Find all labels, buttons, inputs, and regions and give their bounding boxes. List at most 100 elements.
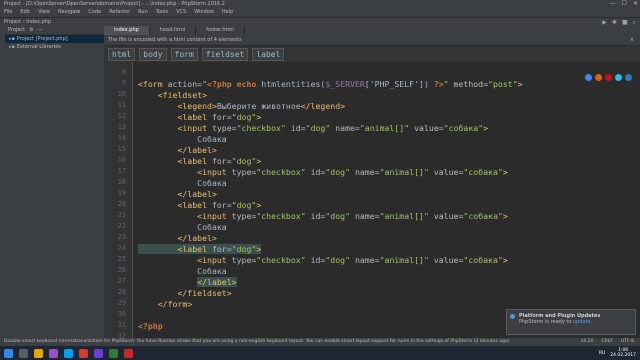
line-number: 31 bbox=[117, 321, 126, 329]
viber-icon[interactable] bbox=[49, 348, 58, 358]
menu-code[interactable]: Code bbox=[88, 8, 101, 17]
project-tree-item[interactable]: ▸▪ Project [Project.php] bbox=[5, 35, 104, 43]
file-encoding[interactable]: UTF-8 bbox=[621, 338, 634, 346]
task-view-icon[interactable] bbox=[19, 348, 28, 358]
window-controls: — ☐ ✕ bbox=[610, 0, 638, 8]
code-line: <input type="checkbox" id="dog" name="an… bbox=[177, 123, 489, 133]
code-line: <label for="dog"> bbox=[177, 156, 262, 166]
breadcrumb: html body form fieldset label bbox=[104, 46, 640, 62]
tab-head-html[interactable]: head.html bbox=[150, 26, 197, 35]
breadcrumb-label[interactable]: label bbox=[252, 47, 285, 61]
caret-position[interactable]: 16:20 bbox=[581, 338, 594, 346]
breadcrumb-form[interactable]: form bbox=[170, 47, 198, 61]
line-number: 17 bbox=[117, 167, 126, 175]
hide-panel-icon[interactable]: — bbox=[38, 26, 43, 34]
menu-edit[interactable]: Edit bbox=[20, 8, 30, 17]
status-bar: Disable smart keyboard internationalizat… bbox=[0, 338, 640, 346]
editor-tabs: index.php head.html footer.html bbox=[104, 26, 640, 35]
clock[interactable]: 1:06 24.02.2017 bbox=[610, 348, 636, 358]
notice-text: The file is encoded with a.html content … bbox=[108, 37, 242, 43]
code-line: </label> bbox=[177, 233, 217, 243]
code-line: <label for="dog"> bbox=[177, 200, 262, 210]
line-number: 22 bbox=[117, 222, 126, 230]
breadcrumb-body[interactable]: body bbox=[139, 47, 167, 61]
tab-footer-html[interactable]: footer.html bbox=[196, 26, 245, 35]
skype-icon[interactable] bbox=[64, 348, 73, 358]
line-separator[interactable]: CRLF bbox=[602, 338, 613, 346]
project-panel-title[interactable]: Project bbox=[8, 26, 25, 34]
menu-navigate[interactable]: Navigate bbox=[58, 8, 80, 17]
code-line: </label> bbox=[177, 189, 217, 199]
code-line: </label> bbox=[197, 277, 237, 287]
notification-body: PhpStorm is ready to update. bbox=[519, 319, 593, 325]
line-number: 18 bbox=[117, 178, 126, 186]
code-line-highlighted: <label for="dog"> bbox=[138, 244, 262, 254]
file-explorer-icon[interactable] bbox=[34, 348, 43, 358]
tab-label: head.html bbox=[159, 27, 186, 33]
line-number: 21 bbox=[117, 211, 126, 219]
line-number: 9 bbox=[121, 79, 126, 87]
code-line: Собака bbox=[197, 134, 227, 144]
breadcrumb-html[interactable]: html bbox=[108, 47, 136, 61]
code-line: <?php bbox=[138, 321, 163, 331]
code-line: <input type="checkbox" id="dog" name="an… bbox=[197, 167, 508, 177]
menu-view[interactable]: View bbox=[38, 8, 50, 17]
code-line: Собака bbox=[197, 178, 227, 188]
menu-refactor[interactable]: Refactor bbox=[109, 8, 130, 17]
window-title: Project - [D:\OpenServer\OpenServer\doma… bbox=[4, 1, 225, 7]
navigation-bar: Project › index.php ▶ ✱ ■ ⌕ bbox=[0, 17, 640, 26]
tab-index-php[interactable]: index.php bbox=[104, 26, 150, 35]
line-number: 27 bbox=[117, 277, 126, 285]
line-number: 29 bbox=[117, 299, 126, 307]
code-editor[interactable]: html body form fieldset label 8 9 10 11 … bbox=[104, 46, 640, 340]
minimize-button[interactable]: — bbox=[610, 0, 616, 8]
folder-icon: ▸▪ bbox=[9, 36, 15, 42]
update-notification[interactable]: Platform and Plugin Updates PhpStorm is … bbox=[506, 309, 636, 335]
line-number-gutter: 8 9 10 11 12 13 14 15 16 17 18 19 20 21 … bbox=[104, 62, 133, 340]
line-number: 25 bbox=[117, 255, 126, 263]
window-titlebar: Project - [D:\OpenServer\OpenServer\doma… bbox=[0, 0, 640, 8]
tab-label: index.php bbox=[114, 27, 139, 33]
project-tree-label: Project [Project.php] bbox=[16, 36, 68, 42]
line-number: 10 bbox=[117, 90, 126, 98]
menu-run[interactable]: Run bbox=[138, 8, 148, 17]
update-link[interactable]: update. bbox=[573, 319, 592, 325]
nav-path[interactable]: Project › index.php bbox=[4, 19, 51, 25]
line-number: 23 bbox=[117, 233, 126, 241]
menu-tools[interactable]: Tools bbox=[156, 8, 168, 17]
keyboard-language[interactable]: RU bbox=[599, 351, 605, 356]
line-number: 28 bbox=[117, 288, 126, 296]
app-icon[interactable] bbox=[109, 348, 118, 358]
start-icon[interactable] bbox=[4, 348, 13, 358]
menu-window[interactable]: Window bbox=[194, 8, 214, 17]
code-line: <label for="dog"> bbox=[177, 112, 262, 122]
library-icon: ▸▪ bbox=[9, 44, 15, 50]
code-line: <legend>Выберите животное</legend> bbox=[177, 101, 346, 111]
menu-help[interactable]: Help bbox=[222, 8, 233, 17]
code-line: </form> bbox=[157, 299, 193, 309]
code-line: Собака bbox=[197, 222, 227, 232]
status-message[interactable]: Disable smart keyboard internationalizat… bbox=[4, 339, 510, 344]
menu-vcs[interactable]: VCS bbox=[176, 8, 186, 17]
clock-date: 24.02.2017 bbox=[610, 353, 636, 358]
code-area[interactable]: <form action="<?php echo htmlentities($_… bbox=[132, 62, 640, 338]
close-window-button[interactable]: ✕ bbox=[633, 0, 638, 8]
menu-file[interactable]: File bbox=[4, 8, 12, 17]
breadcrumb-fieldset[interactable]: fieldset bbox=[201, 47, 249, 61]
notice-close-icon[interactable]: × bbox=[630, 35, 634, 46]
line-number: 14 bbox=[117, 134, 126, 142]
line-number: 26 bbox=[117, 266, 126, 274]
code-line: </label> bbox=[177, 145, 217, 155]
maximize-button[interactable]: ☐ bbox=[622, 0, 627, 8]
phpstorm-icon[interactable] bbox=[94, 348, 103, 358]
line-number: 16 bbox=[117, 156, 126, 164]
info-icon bbox=[510, 314, 515, 319]
recorder-icon[interactable] bbox=[124, 348, 133, 358]
status-indicators: 16:20 CRLF UTF-8 bbox=[576, 338, 634, 346]
gear-icon[interactable]: ⚙ bbox=[29, 26, 33, 34]
editor-notice: The file is encoded with a.html content … bbox=[104, 35, 640, 46]
project-panel: Project ⚙ — ▸▪ Project [Project.php] ▸▪ Ex… bbox=[5, 26, 105, 338]
system-tray: RU 1:06 24.02.2017 bbox=[599, 346, 636, 360]
project-tree-item[interactable]: ▸▪ External Libraries bbox=[5, 43, 104, 51]
yandex-browser-icon[interactable] bbox=[79, 348, 88, 358]
